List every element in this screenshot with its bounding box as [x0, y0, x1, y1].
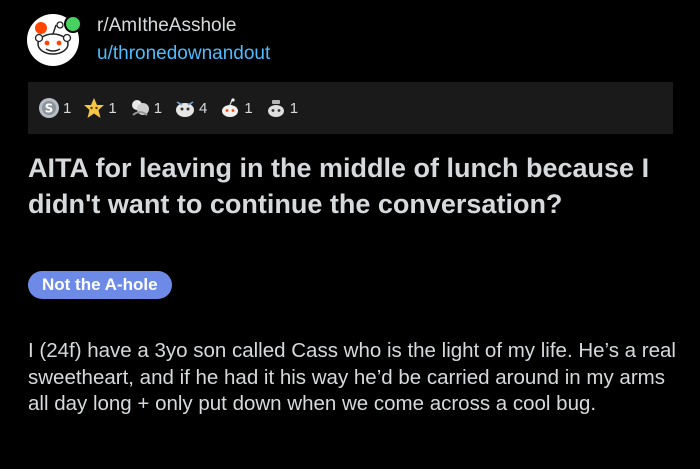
- hugz-award-icon: [131, 100, 149, 116]
- award-helpful[interactable]: 1: [265, 97, 298, 119]
- award-count: 4: [199, 99, 208, 117]
- snoo-award-icon: [222, 98, 239, 117]
- award-count: 1: [63, 99, 72, 117]
- moderator-check-icon: [64, 15, 82, 33]
- subreddit-name[interactable]: r/AmItheAsshole: [97, 14, 270, 38]
- award-count: 1: [153, 99, 163, 117]
- award-wholesome[interactable]: 1: [83, 97, 117, 119]
- take-my-energy-award-icon: [176, 101, 195, 117]
- post-title[interactable]: AITA for leaving in the middle of lunch …: [28, 150, 668, 222]
- wholesome-award-icon: [84, 98, 105, 118]
- award-count: 1: [289, 99, 299, 117]
- svg-text:S: S: [45, 102, 54, 116]
- post-body: I (24f) have a 3yo son called Cass who i…: [28, 339, 676, 415]
- award-count: 1: [244, 99, 253, 117]
- award-count: 1: [108, 99, 117, 117]
- post-flair[interactable]: Not the A-hole: [28, 271, 172, 299]
- awards-bar[interactable]: S 1 1 1 4 1 1: [28, 82, 673, 134]
- award-hugz[interactable]: 1: [129, 97, 162, 119]
- helpful-award-icon: [267, 100, 284, 117]
- award-snoo[interactable]: 1: [219, 97, 253, 119]
- silver-award-icon: S: [39, 98, 59, 118]
- award-silver[interactable]: S 1: [38, 97, 71, 119]
- subreddit-avatar[interactable]: [27, 14, 82, 66]
- author-username[interactable]: u/thronedownandout: [97, 42, 270, 66]
- post-header: r/AmItheAsshole u/thronedownandout: [27, 14, 270, 66]
- award-take-my-energy[interactable]: 4: [174, 97, 207, 119]
